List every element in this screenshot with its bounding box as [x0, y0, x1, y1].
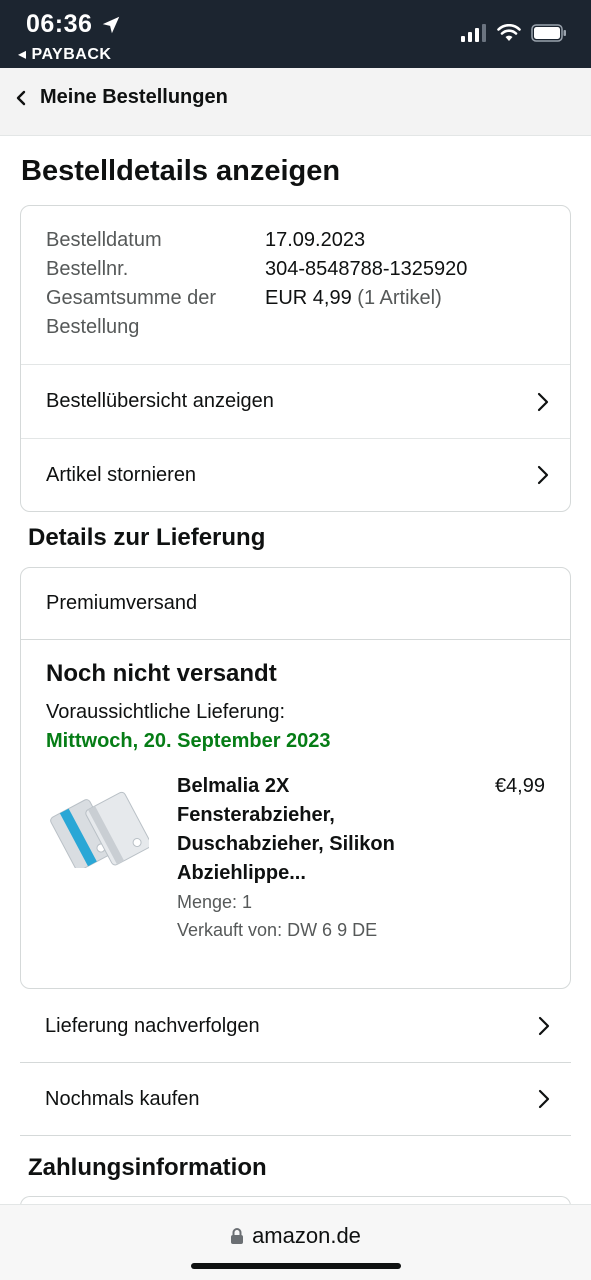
order-number-value: 304-8548788-1325920: [265, 258, 468, 280]
back-link-label: Meine Bestellungen: [40, 86, 228, 108]
order-date-value: 17.09.2023: [265, 229, 366, 251]
back-to-app-link[interactable]: ◂ PAYBACK: [18, 44, 111, 64]
track-delivery-label: Lieferung nachverfolgen: [45, 1014, 260, 1037]
status-icons: [461, 24, 567, 42]
order-total-item-count: (1 Artikel): [357, 287, 442, 309]
order-summary-card: Bestelldatum 17.09.2023 Bestellnr. 304-8…: [20, 205, 571, 512]
delivery-card: Premiumversand Noch nicht versandt Vorau…: [20, 567, 571, 989]
navigation-bar: Meine Bestellungen: [0, 68, 591, 136]
chevron-right-icon: [538, 1016, 550, 1036]
shipping-type: Premiumversand: [21, 568, 570, 640]
product-seller: Verkauft von: DW 6 9 DE: [177, 920, 378, 940]
wifi-icon: [497, 24, 521, 41]
order-date-label: Bestelldatum: [46, 229, 162, 251]
product-image[interactable]: [49, 788, 149, 868]
clock: 06:36: [26, 10, 93, 38]
battery-icon: [531, 24, 566, 42]
order-total-label: Gesamtsumme der Bestellung: [46, 287, 217, 338]
order-info-table: Bestelldatum 17.09.2023 Bestellnr. 304-8…: [21, 206, 570, 365]
order-number-row: Bestellnr. 304-8548788-1325920: [46, 255, 545, 284]
browser-address-bar[interactable]: amazon.de: [0, 1204, 591, 1280]
buy-again-label: Nochmals kaufen: [45, 1087, 200, 1110]
cancel-items-link[interactable]: Artikel stornieren: [21, 438, 570, 511]
cellular-signal-icon: [461, 24, 486, 42]
chevron-right-icon: [537, 465, 549, 485]
buy-again-link[interactable]: Nochmals kaufen: [20, 1063, 571, 1136]
status-bar: 06:36 ◂ PAYBACK: [0, 0, 591, 68]
shipment-status: Noch nicht versandt: [46, 660, 277, 687]
chevron-right-icon: [537, 392, 549, 411]
home-indicator[interactable]: [191, 1263, 401, 1269]
expected-delivery-date: Mittwoch, 20. September 2023: [46, 730, 331, 752]
order-total-row: Gesamtsumme der Bestellung EUR 4,99 (1 A…: [46, 284, 545, 342]
shipment-details: Noch nicht versandt Voraussichtliche Lie…: [21, 640, 570, 988]
view-order-summary-link[interactable]: Bestellübersicht anzeigen: [21, 365, 570, 438]
delivery-section-title: Details zur Lieferung: [28, 524, 266, 551]
product-quantity: Menge: 1: [177, 892, 253, 912]
track-delivery-link[interactable]: Lieferung nachverfolgen: [20, 990, 571, 1063]
url-display[interactable]: amazon.de: [0, 1223, 591, 1249]
payment-section-title: Zahlungsinformation: [28, 1154, 267, 1181]
order-date-row: Bestelldatum 17.09.2023: [46, 226, 545, 255]
order-total-value: EUR 4,99 (1 Artikel): [265, 284, 442, 342]
expected-delivery-label: Voraussichtliche Lieferung:: [46, 701, 286, 723]
view-order-summary-label: Bestellübersicht anzeigen: [46, 390, 274, 412]
order-total-amount: EUR 4,99: [265, 287, 352, 309]
location-arrow-icon: [102, 16, 120, 34]
product-title-link[interactable]: Belmalia 2X Fensterabzieher, Duschabzieh…: [177, 772, 427, 888]
url-text: amazon.de: [252, 1223, 361, 1248]
lock-icon: [231, 1228, 244, 1244]
chevron-left-icon: [16, 90, 26, 105]
product-price: €4,99: [494, 775, 545, 797]
back-to-orders-link[interactable]: Meine Bestellungen: [14, 86, 228, 109]
cancel-items-label: Artikel stornieren: [46, 463, 197, 486]
page-title: Bestelldetails anzeigen: [21, 155, 341, 187]
order-number-label: Bestellnr.: [46, 258, 129, 280]
chevron-right-icon: [538, 1089, 550, 1109]
